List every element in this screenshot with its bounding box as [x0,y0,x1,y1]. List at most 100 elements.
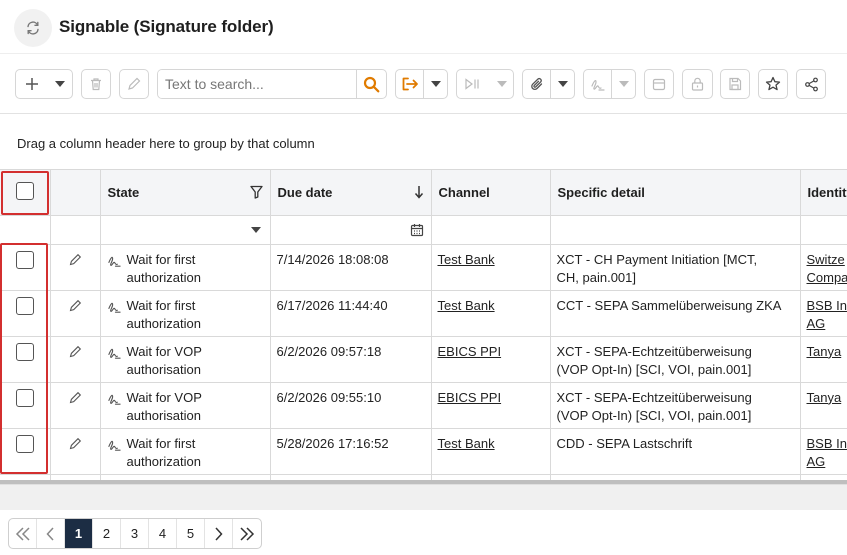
delete-button[interactable] [81,69,111,99]
state-cell: Wait for first authorization [100,428,271,475]
channel-cell: Test Bank [431,244,551,291]
due-date-cell: 5/28/2026 17:16:52 [270,428,432,475]
archive-button[interactable] [644,69,674,99]
favorite-button[interactable] [758,69,788,99]
add-icon [26,78,38,90]
channel-link[interactable]: EBICS PPI [438,390,502,405]
pencil-icon [128,77,141,90]
page-5-button[interactable]: 5 [177,519,205,548]
refresh-button[interactable] [14,9,52,47]
search-input[interactable] [158,70,357,98]
chevron-down-icon [430,81,441,87]
group-by-hint: Drag a column header here to group by th… [17,136,315,151]
search-icon [364,76,380,92]
page-3-button[interactable]: 3 [121,519,149,548]
row-checkbox[interactable] [16,250,34,269]
due-date-cell: 6/2/2026 09:55:10 [270,382,432,429]
chevron-down-icon [618,81,629,87]
column-header-specific-detail[interactable]: Specific detail [550,170,801,216]
export-dropdown-button[interactable] [395,69,448,99]
edit-pencil-icon[interactable] [69,299,82,312]
channel-link[interactable]: Test Bank [438,298,495,313]
due-date-cell: 6/17/2026 11:44:40 [270,290,432,337]
next-page-button[interactable] [205,519,233,548]
workflow-dropdown-button[interactable] [456,69,514,99]
identity-link[interactable]: AG [807,316,826,331]
identity-link[interactable]: Tanya [807,390,842,405]
column-header-due-date[interactable]: Due date [270,170,432,216]
filter-icon[interactable] [249,185,263,199]
star-icon [765,76,781,91]
save-button[interactable] [720,69,750,99]
identity-link[interactable]: AG [807,454,826,469]
edit-pencil-icon[interactable] [69,253,82,266]
channel-link[interactable]: Test Bank [438,436,495,451]
last-page-button[interactable] [233,519,261,548]
identity-cell: BSB In AG [800,290,847,337]
previous-page-button[interactable] [37,519,65,548]
search-button[interactable] [356,70,386,98]
specific-detail-filter[interactable] [550,215,801,245]
table-row[interactable]: Wait for VOP authorisation 6/2/2026 09:57… [0,336,847,383]
identity-link[interactable]: Tanya [807,344,842,359]
row-checkbox[interactable] [16,388,34,407]
identity-filter[interactable] [800,215,847,245]
edit-pencil-icon[interactable] [69,437,82,450]
edit-button[interactable] [119,69,149,99]
column-header-label: Specific detail [557,184,645,200]
state-filter-dropdown[interactable] [100,215,271,245]
identity-link[interactable]: Switze [807,252,845,267]
page-4-button[interactable]: 4 [149,519,177,548]
channel-link[interactable]: EBICS PPI [438,344,502,359]
identity-cell: BSB In AG [800,428,847,475]
double-chevron-right-icon [240,526,255,541]
table-row[interactable]: Wait for first authorization 6/17/2026 11… [0,290,847,337]
identity-link[interactable]: Compa [807,270,847,285]
channel-filter[interactable] [431,215,551,245]
select-all-checkbox[interactable] [16,181,34,200]
page-2-button[interactable]: 2 [93,519,121,548]
row-checkbox[interactable] [16,296,34,315]
column-header-label: State [107,184,140,200]
table-row[interactable]: Wait for first authorization 5/28/2026 17… [0,428,847,475]
share-button[interactable] [796,69,826,99]
state-text: authorisation [126,361,201,377]
group-by-panel[interactable]: Drag a column header here to group by th… [0,115,847,169]
state-text: authorisation [126,407,201,423]
column-header-label: Identity [807,184,847,200]
signature-dropdown-button[interactable] [583,69,636,99]
state-text: Wait for first [126,251,196,267]
edit-pencil-icon[interactable] [69,391,82,404]
channel-cell: EBICS PPI [431,382,551,429]
column-header-state[interactable]: State [100,170,271,216]
column-header-channel[interactable]: Channel [431,170,551,216]
calendar-icon[interactable] [410,223,424,237]
page-1-button[interactable]: 1 [65,519,93,548]
attachment-dropdown-button[interactable] [522,69,575,99]
channel-link[interactable]: Test Bank [438,252,495,267]
lock-button[interactable] [682,69,713,99]
first-page-button[interactable] [9,519,37,548]
chevron-down-icon [557,81,568,87]
table-row[interactable]: Wait for first authorization 7/14/2026 18… [0,244,847,291]
due-date-filter[interactable] [270,215,432,245]
table-row[interactable]: Wait for VOP authorisation 6/2/2026 09:55… [0,382,847,429]
archive-icon [652,78,666,90]
column-header-identity[interactable]: Identity [800,170,847,216]
edit-pencil-icon[interactable] [69,345,82,358]
lock-icon [691,77,704,91]
identity-link[interactable]: BSB In [807,298,847,313]
specific-detail-cell: XCT - CH Payment Initiation [MCT, CH, pai… [550,244,801,291]
identity-link[interactable]: BSB In [807,436,847,451]
sort-descending-icon[interactable] [414,185,424,199]
grid-footer [0,484,847,510]
state-text: Wait for VOP [126,389,202,405]
add-dropdown-button[interactable] [15,69,73,99]
due-date-cell: 6/2/2026 09:57:18 [270,336,432,383]
state-text: Wait for first [126,435,196,451]
due-date-cell: 7/14/2026 18:08:08 [270,244,432,291]
column-header-label: Due date [277,184,333,200]
row-checkbox[interactable] [16,342,34,361]
state-cell: Wait for first authorization [100,290,271,337]
row-checkbox[interactable] [16,434,34,453]
